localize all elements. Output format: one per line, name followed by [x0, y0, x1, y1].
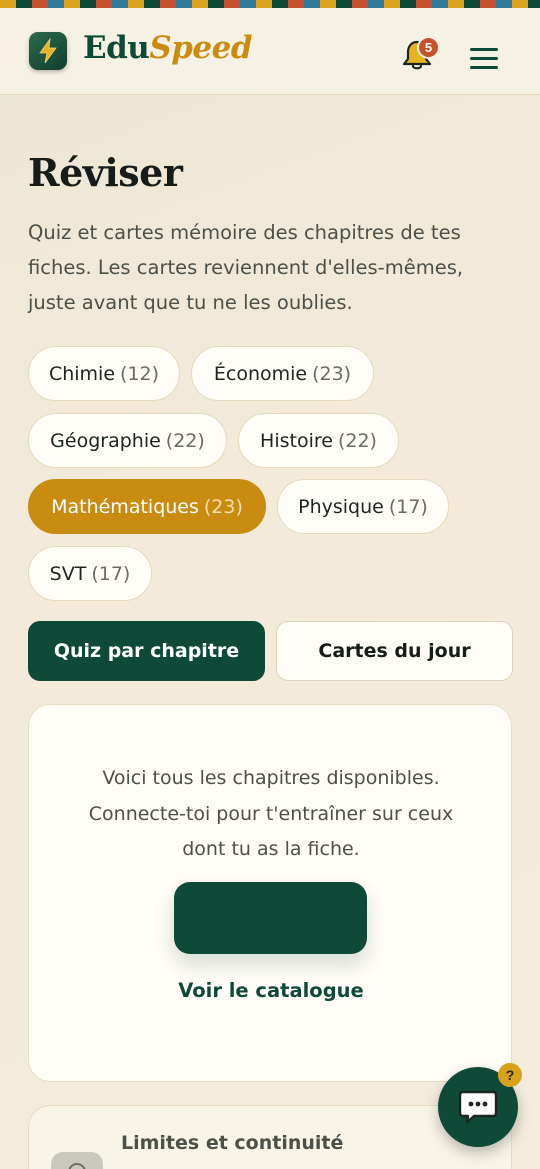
subject-count: (12)	[120, 362, 160, 385]
app-header: EduSpeed 5	[0, 8, 540, 95]
catalog-link[interactable]: Voir le catalogue	[29, 979, 513, 1002]
page-title: Réviser	[28, 150, 183, 195]
subject-count: (22)	[337, 429, 377, 452]
brand-name-primary: Edu	[83, 30, 150, 66]
subject-chip-svt[interactable]: SVT (17)	[28, 546, 152, 601]
subject-count: (17)	[388, 495, 428, 518]
subject-name: Physique	[298, 495, 384, 518]
help-badge: ?	[498, 1063, 522, 1087]
hamburger-menu-icon[interactable]	[470, 48, 499, 70]
login-notice-card: Voici tous les chapitres disponibles. Co…	[28, 704, 512, 1082]
notification-badge: 5	[417, 36, 440, 59]
subject-name: Chimie	[48, 362, 116, 385]
top-color-stripe	[0, 0, 540, 8]
lightning-bolt-icon[interactable]	[29, 32, 67, 70]
subject-chip-economie[interactable]: Économie (23)	[191, 346, 374, 401]
login-notice-text: Voici tous les chapitres disponibles. Co…	[88, 767, 454, 860]
subject-chip-physique[interactable]: Physique (17)	[277, 479, 449, 534]
subject-name: Mathématiques	[51, 495, 199, 518]
tab-quiz-par-chapitre[interactable]: Quiz par chapitre	[28, 621, 265, 681]
tab-cartes-du-jour[interactable]: Cartes du jour	[276, 621, 513, 681]
subject-count: (23)	[203, 495, 243, 518]
login-button[interactable]	[174, 882, 367, 954]
brand-logo[interactable]: EduSpeed	[83, 30, 253, 66]
subject-chip-chimie[interactable]: Chimie (12)	[28, 346, 180, 401]
subject-name: Géographie	[50, 429, 161, 452]
subject-count: (23)	[312, 362, 352, 385]
chapter-status-icon	[51, 1152, 103, 1169]
subject-chip-histoire[interactable]: Histoire (22)	[238, 413, 399, 468]
subject-chip-geographie[interactable]: Géographie (22)	[28, 413, 227, 468]
subject-chip-mathematiques[interactable]: Mathématiques (23)	[28, 479, 266, 534]
subject-count: (17)	[91, 562, 131, 585]
subject-count: (22)	[165, 429, 205, 452]
chapter-title: Limites et continuité	[121, 1132, 344, 1154]
subject-name: SVT	[49, 562, 87, 585]
subject-name: Histoire	[260, 429, 333, 452]
brand-name-secondary: Speed	[149, 30, 253, 66]
page-intro: Quiz et cartes mémoire des chapitres de …	[28, 221, 464, 314]
subject-name: Économie	[213, 362, 308, 385]
